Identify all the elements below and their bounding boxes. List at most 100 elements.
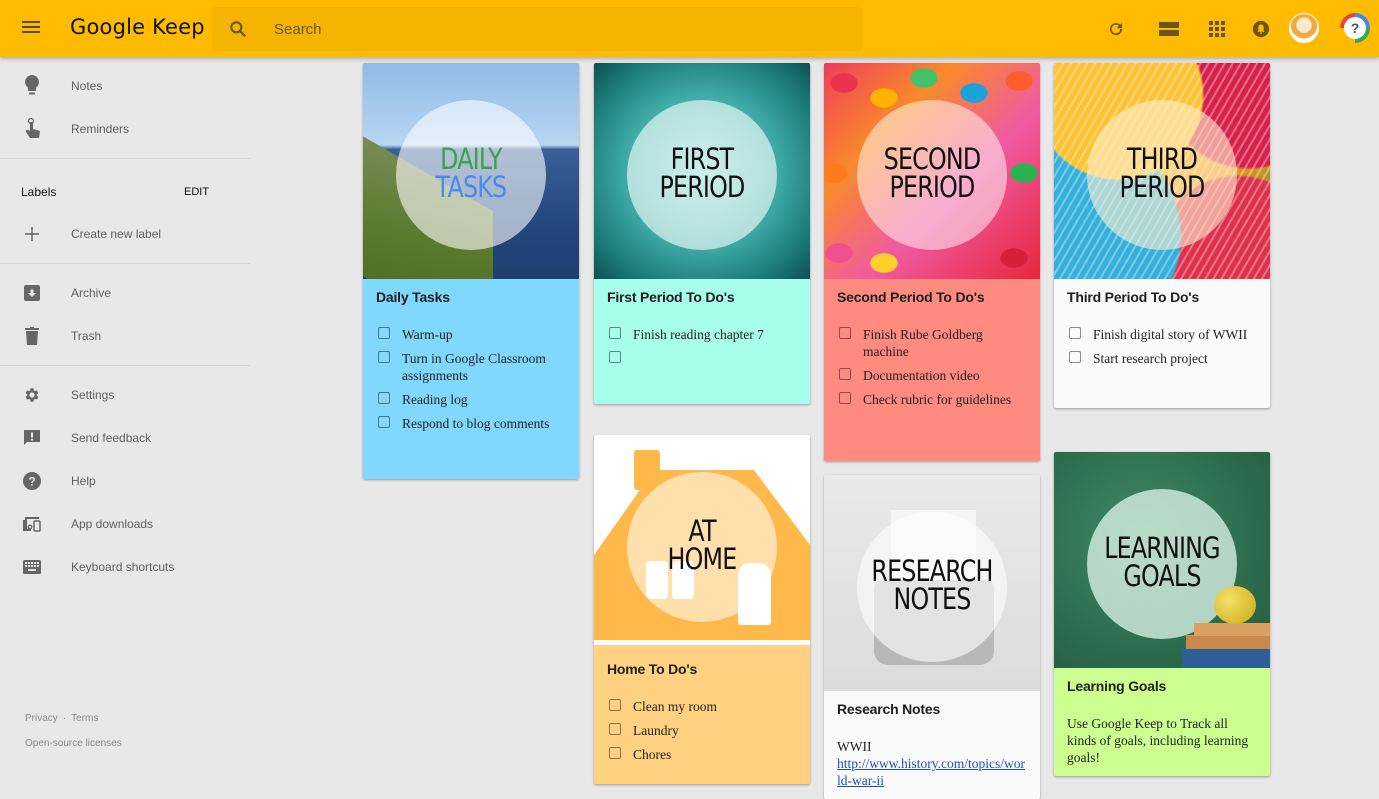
checkbox[interactable] <box>609 327 621 339</box>
labels-header: Labels <box>21 185 57 199</box>
checklist-item-text: Finish digital story of WWII <box>1093 327 1248 342</box>
checkbox[interactable] <box>609 351 621 363</box>
note-spacer <box>1054 388 1270 408</box>
checklist: Finish Rube Goldberg machine Documentati… <box>824 316 1040 429</box>
sidebar-item-trash[interactable]: Trash <box>0 316 250 356</box>
sidebar-item-help[interactable]: ? Help <box>0 461 250 501</box>
terms-link[interactable]: Terms <box>71 713 98 724</box>
checklist-item-text: Turn in Google Classroom assignments <box>402 351 546 383</box>
image-title-line: NOTES <box>893 582 971 616</box>
help-circle-icon: ? <box>21 470 43 492</box>
note-image: THIRD PERIOD <box>1054 63 1270 279</box>
checkbox[interactable] <box>609 699 621 711</box>
checkbox[interactable] <box>1069 351 1081 363</box>
sidebar-item-label: Trash <box>71 329 102 343</box>
sidebar-item-send-feedback[interactable]: Send feedback <box>0 418 250 458</box>
checklist-item: Finish digital story of WWII <box>1067 326 1257 343</box>
image-title-line: AT <box>688 514 716 548</box>
list-view-button[interactable] <box>1156 16 1182 42</box>
sidebar-item-label: Keyboard shortcuts <box>71 560 175 574</box>
sidebar-item-settings[interactable]: Settings <box>0 375 250 415</box>
history-link[interactable]: http://www.history.com/topics/world-war-… <box>837 756 1025 788</box>
create-new-label-button[interactable]: Create new label <box>0 214 250 254</box>
search-bar[interactable] <box>212 7 862 51</box>
note-card-learning-goals[interactable]: LEARNING GOALS Learning Goals Use Google… <box>1054 452 1270 776</box>
sidebar-item-label: App downloads <box>71 517 154 531</box>
checklist-item: Turn in Google Classroom assignments <box>376 350 566 384</box>
help-button[interactable]: ? <box>1340 13 1370 43</box>
top-app-bar: Google Keep ? <box>0 0 1379 57</box>
gear-icon <box>21 384 43 406</box>
image-title-line: PERIOD <box>889 170 975 204</box>
sidebar-item-reminders[interactable]: Reminders <box>0 109 250 149</box>
checklist-item: Documentation video <box>837 367 1027 384</box>
image-title-line: THIRD <box>1126 142 1198 176</box>
sidebar-item-label: Archive <box>71 286 112 300</box>
note-title: Second Period To Do's <box>837 289 985 305</box>
checkbox[interactable] <box>609 723 621 735</box>
devices-icon <box>21 513 43 535</box>
privacy-link[interactable]: Privacy <box>25 713 58 724</box>
checklist-item-text: Start research project <box>1093 351 1208 366</box>
account-avatar[interactable] <box>1289 13 1319 43</box>
checklist-item-text: Chores <box>633 747 672 762</box>
search-input[interactable] <box>274 7 834 51</box>
checklist: Finish reading chapter 7 <box>594 316 810 388</box>
book-shape <box>1186 635 1270 649</box>
archive-icon <box>21 282 43 304</box>
note-card-daily-tasks[interactable]: DAILY TASKS Daily Tasks Warm-up Turn in … <box>363 63 579 479</box>
reminder-finger-icon <box>21 118 43 140</box>
note-spacer <box>594 388 810 404</box>
image-title-line: LEARNING <box>1104 531 1220 565</box>
checkbox[interactable] <box>839 327 851 339</box>
sidebar-item-archive[interactable]: Archive <box>0 273 250 313</box>
checklist-item: Clean my room <box>607 698 797 715</box>
checkbox[interactable] <box>378 392 390 404</box>
note-card-first-period[interactable]: FIRST PERIOD First Period To Do's Finish… <box>594 63 810 404</box>
checkbox[interactable] <box>839 368 851 380</box>
image-title-line: DAILY <box>440 142 503 176</box>
search-icon <box>230 21 246 37</box>
image-title-line: RESEARCH <box>871 554 993 588</box>
checkbox[interactable] <box>1069 327 1081 339</box>
checkbox[interactable] <box>378 416 390 428</box>
checkbox[interactable] <box>378 327 390 339</box>
note-card-research-notes[interactable]: RESEARCH NOTES Research Notes WWII http:… <box>824 475 1040 799</box>
sidebar-item-label: Help <box>71 474 96 488</box>
sidebar-item-notes[interactable]: Notes <box>0 66 250 106</box>
note-card-third-period[interactable]: THIRD PERIOD Third Period To Do's Finish… <box>1054 63 1270 408</box>
hamburger-icon-bar <box>22 31 40 33</box>
notifications-button[interactable] <box>1248 16 1274 42</box>
apps-button[interactable] <box>1204 16 1230 42</box>
note-card-second-period[interactable]: SECOND PERIOD Second Period To Do's Fini… <box>824 63 1040 461</box>
checkbox[interactable] <box>378 351 390 363</box>
note-image: LEARNING GOALS <box>1054 452 1270 668</box>
checklist-item: Finish reading chapter 7 <box>607 326 797 343</box>
plus-icon <box>21 223 43 245</box>
main-menu-button[interactable] <box>20 18 42 40</box>
checklist-item: Respond to blog comments <box>376 415 566 432</box>
checkbox[interactable] <box>609 747 621 759</box>
checklist: Finish digital story of WWII Start resea… <box>1054 316 1270 388</box>
sidebar-divider <box>0 263 250 264</box>
open-source-licenses-link[interactable]: Open-source licenses <box>25 738 122 749</box>
refresh-button[interactable] <box>1103 16 1129 42</box>
help-icon: ? <box>1344 17 1366 39</box>
note-image: FIRST PERIOD <box>594 63 810 279</box>
book-shape <box>1182 648 1270 668</box>
list-view-icon <box>1159 22 1179 36</box>
checkbox[interactable] <box>839 392 851 404</box>
checklist-item-text: Check rubric for guidelines <box>863 392 1012 407</box>
app-logo[interactable]: Google Keep <box>70 15 205 39</box>
sidebar-item-label: Send feedback <box>71 431 152 445</box>
checklist-item-text: Clean my room <box>633 699 717 714</box>
checklist-item-text: Finish reading chapter 7 <box>633 327 764 342</box>
edit-labels-button[interactable]: EDIT <box>184 186 209 198</box>
feedback-icon <box>21 427 43 449</box>
note-title: First Period To Do's <box>607 289 735 305</box>
sidebar-item-app-downloads[interactable]: App downloads <box>0 504 250 544</box>
note-card-home[interactable]: AT HOME Home To Do's Clean my room Laund… <box>594 435 810 784</box>
sidebar-item-keyboard-shortcuts[interactable]: Keyboard shortcuts <box>0 547 250 587</box>
checklist: Warm-up Turn in Google Classroom assignm… <box>363 316 579 453</box>
note-spacer <box>824 429 1040 461</box>
